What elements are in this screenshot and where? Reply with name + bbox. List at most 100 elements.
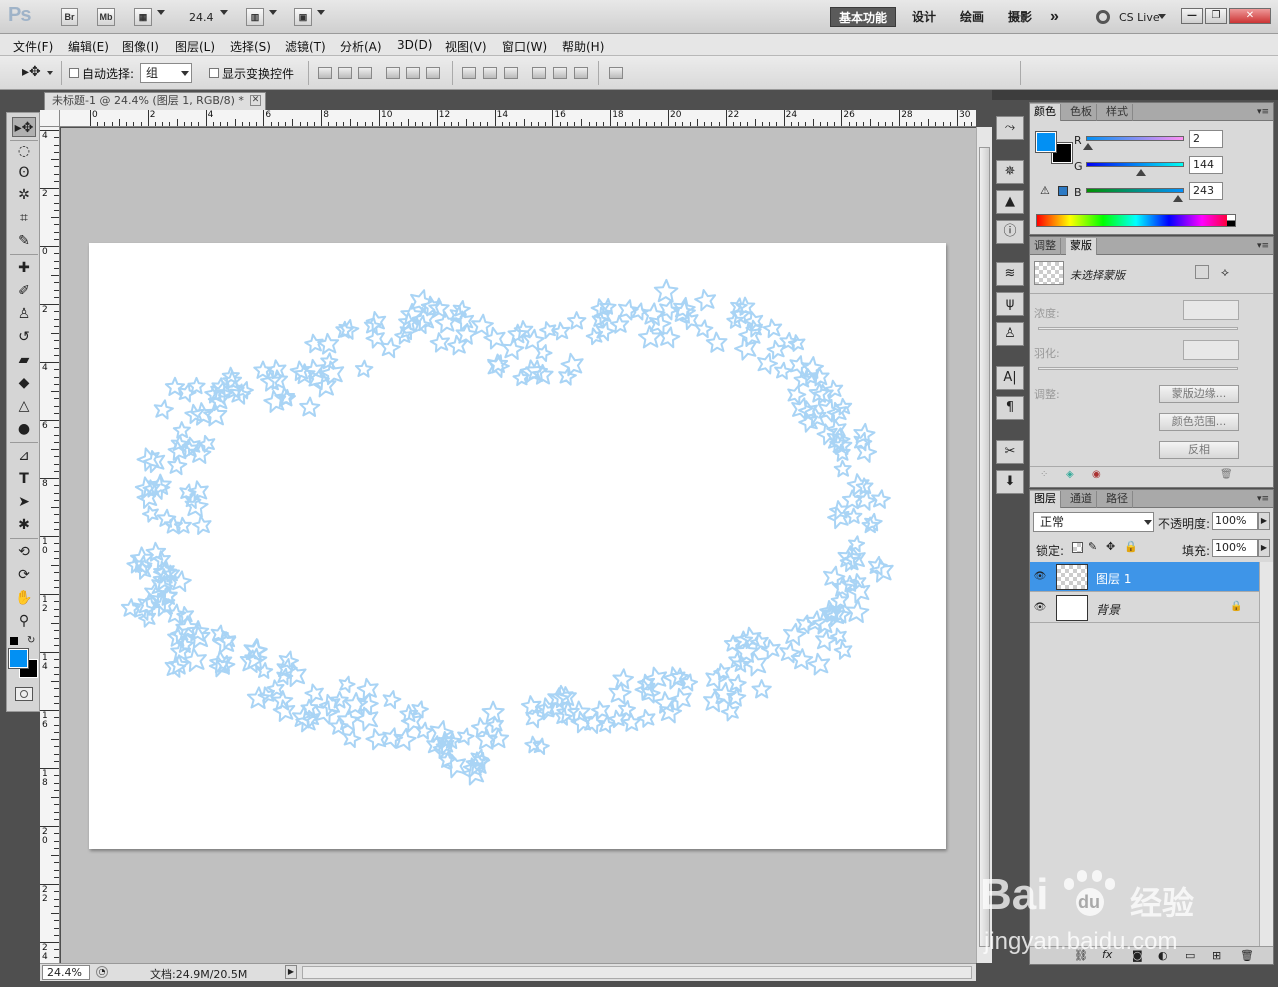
auto-select-checkbox[interactable] [69,68,79,78]
black-white-ramp[interactable] [1227,215,1235,226]
tab-channels[interactable]: 通道 [1066,491,1097,508]
fill-field[interactable]: 100% [1212,539,1258,557]
swap-colors-icon[interactable]: ↻ [27,635,35,646]
tool-presets-panel-icon[interactable]: ψ [996,292,1024,316]
vector-mask-icon[interactable]: ⟡ [1221,265,1229,280]
r-value[interactable]: 2 [1189,130,1223,148]
load-selection-icon[interactable]: ⁘ [1040,469,1048,480]
status-menu-arrow-icon[interactable]: ▶ [285,965,297,979]
auto-select-dropdown[interactable]: 组 [140,63,192,83]
close-document-icon[interactable]: ✕ [250,95,261,106]
zoom-level[interactable]: 24.4 [189,11,214,24]
lock-all-icon[interactable]: 🔒 [1124,540,1138,553]
b-value[interactable]: 243 [1189,182,1223,200]
history-panel-icon[interactable]: ⤳ [996,116,1024,140]
3d-orbit-tool-icon[interactable]: ⟳ [12,565,36,585]
more-workspaces-icon[interactable]: » [1050,7,1059,27]
screen-mode-button[interactable]: ▣ [294,8,312,26]
color-range-button[interactable]: 颜色范围... [1159,413,1239,431]
navigator-panel-icon[interactable]: ✵ [996,160,1024,184]
density-field[interactable] [1183,300,1239,320]
ruler-origin[interactable] [40,110,60,127]
invert-button[interactable]: 反相 [1159,441,1239,459]
layer-row[interactable]: 👁 图层 1 [1030,562,1259,592]
workspace-painting[interactable]: 绘画 [960,7,984,27]
info-panel-icon[interactable]: ⓘ [996,220,1024,244]
g-slider-thumb[interactable] [1136,169,1146,176]
tab-styles[interactable]: 样式 [1102,104,1133,121]
quick-selection-tool-icon[interactable]: ✲ [12,185,36,205]
horizontal-ruler[interactable]: 0 2 4 6 8 10 12 14 16 18 20 22 24 26 28 30 [60,110,976,127]
3d-panel-icon[interactable]: ⬇ [996,470,1024,494]
visibility-eye-icon[interactable]: 👁 [1033,570,1047,584]
menu-select[interactable]: 选择(S) [230,38,271,55]
horizontal-scrollbar[interactable] [302,966,972,979]
eyedropper-tool-icon[interactable]: ✎ [12,231,36,251]
menu-3d[interactable]: 3D(D) [397,38,432,52]
lock-position-icon[interactable]: ✥ [1106,540,1115,553]
path-selection-tool-icon[interactable]: ➤ [12,492,36,512]
r-slider[interactable] [1086,136,1184,141]
cs-live-label[interactable]: CS Live [1119,11,1160,24]
layers-scrollbar[interactable] [1259,562,1273,946]
close-button[interactable]: ✕ [1229,8,1271,24]
b-slider[interactable] [1086,188,1184,193]
workspace-photography[interactable]: 摄影 [1008,7,1032,27]
document-canvas[interactable] [89,243,946,849]
lock-transparency-icon[interactable] [1072,542,1083,553]
align-top-icon[interactable] [318,67,332,79]
layer-style-icon[interactable]: fx [1102,948,1112,961]
pen-tool-icon[interactable]: ⊿ [12,446,36,466]
status-info-icon[interactable]: ◔ [96,966,108,978]
visibility-eye-icon[interactable]: 👁 [1033,601,1047,615]
disable-mask-icon[interactable]: ◉ [1092,469,1101,480]
r-slider-thumb[interactable] [1083,143,1093,150]
status-zoom-field[interactable]: 24.4% [42,965,90,980]
tab-layers[interactable]: 图层 [1030,491,1061,508]
vertical-scrollbar[interactable] [976,127,992,963]
document-tab[interactable]: 未标题-1 @ 24.4% (图层 1, RGB/8) * ✕ [44,92,266,110]
align-left-icon[interactable] [386,67,400,79]
workspace-design[interactable]: 设计 [912,7,936,27]
mini-bridge-button[interactable]: Mb [97,8,115,26]
menu-image[interactable]: 图像(I) [122,38,159,55]
color-ramp[interactable] [1036,214,1236,227]
bridge-button[interactable]: Br [61,8,78,26]
g-slider[interactable] [1086,162,1184,167]
gamut-warning-icon[interactable]: ⚠ [1040,184,1050,197]
brushes-panel-icon[interactable]: ≋ [996,262,1024,286]
histogram-panel-icon[interactable]: ▲ [996,190,1024,214]
chevron-down-icon[interactable] [157,10,165,15]
actions-panel-icon[interactable]: ✂ [996,440,1024,464]
shape-tool-icon[interactable]: ✱ [12,515,36,535]
g-value[interactable]: 144 [1189,156,1223,174]
clone-stamp-tool-icon[interactable]: ♙ [12,304,36,324]
menu-window[interactable]: 窗口(W) [502,38,547,55]
dodge-tool-icon[interactable]: ● [12,419,36,439]
layer-row[interactable]: 👁 背景 🔒 [1030,593,1259,623]
panel-menu-icon[interactable]: ▾≡ [1257,241,1269,251]
vertical-ruler[interactable]: 4 2 0 2 4 6 8 1 0 1 2 1 4 1 6 1 8 2 0 2 2 2 4 [40,127,60,963]
3d-rotate-tool-icon[interactable]: ⟲ [12,542,36,562]
brush-tool-icon[interactable]: ✐ [12,281,36,301]
delete-mask-icon[interactable]: 🗑 [1220,469,1233,480]
menu-file[interactable]: 文件(F) [13,38,53,55]
minimize-button[interactable]: — [1181,8,1203,24]
align-horizontal-center-icon[interactable] [406,67,420,79]
chevron-down-icon[interactable] [1158,14,1166,19]
align-right-icon[interactable] [426,67,440,79]
crop-tool-icon[interactable]: ⌗ [12,208,36,228]
paint-bucket-tool-icon[interactable]: ◆ [12,373,36,393]
b-slider-thumb[interactable] [1173,195,1183,202]
distribute-right-icon[interactable] [574,67,588,79]
workspace-essentials[interactable]: 基本功能 [830,7,897,27]
menu-view[interactable]: 视图(V) [445,38,487,55]
pixel-mask-icon[interactable] [1195,265,1209,279]
new-group-icon[interactable]: ▭ [1185,949,1195,962]
distribute-bottom-icon[interactable] [504,67,518,79]
chevron-down-icon[interactable] [317,10,325,15]
hand-tool-icon[interactable]: ✋ [12,588,36,608]
add-mask-icon[interactable]: ◙ [1132,949,1143,962]
tab-swatches[interactable]: 色板 [1066,104,1097,121]
clone-source-panel-icon[interactable]: ♙ [996,322,1024,346]
